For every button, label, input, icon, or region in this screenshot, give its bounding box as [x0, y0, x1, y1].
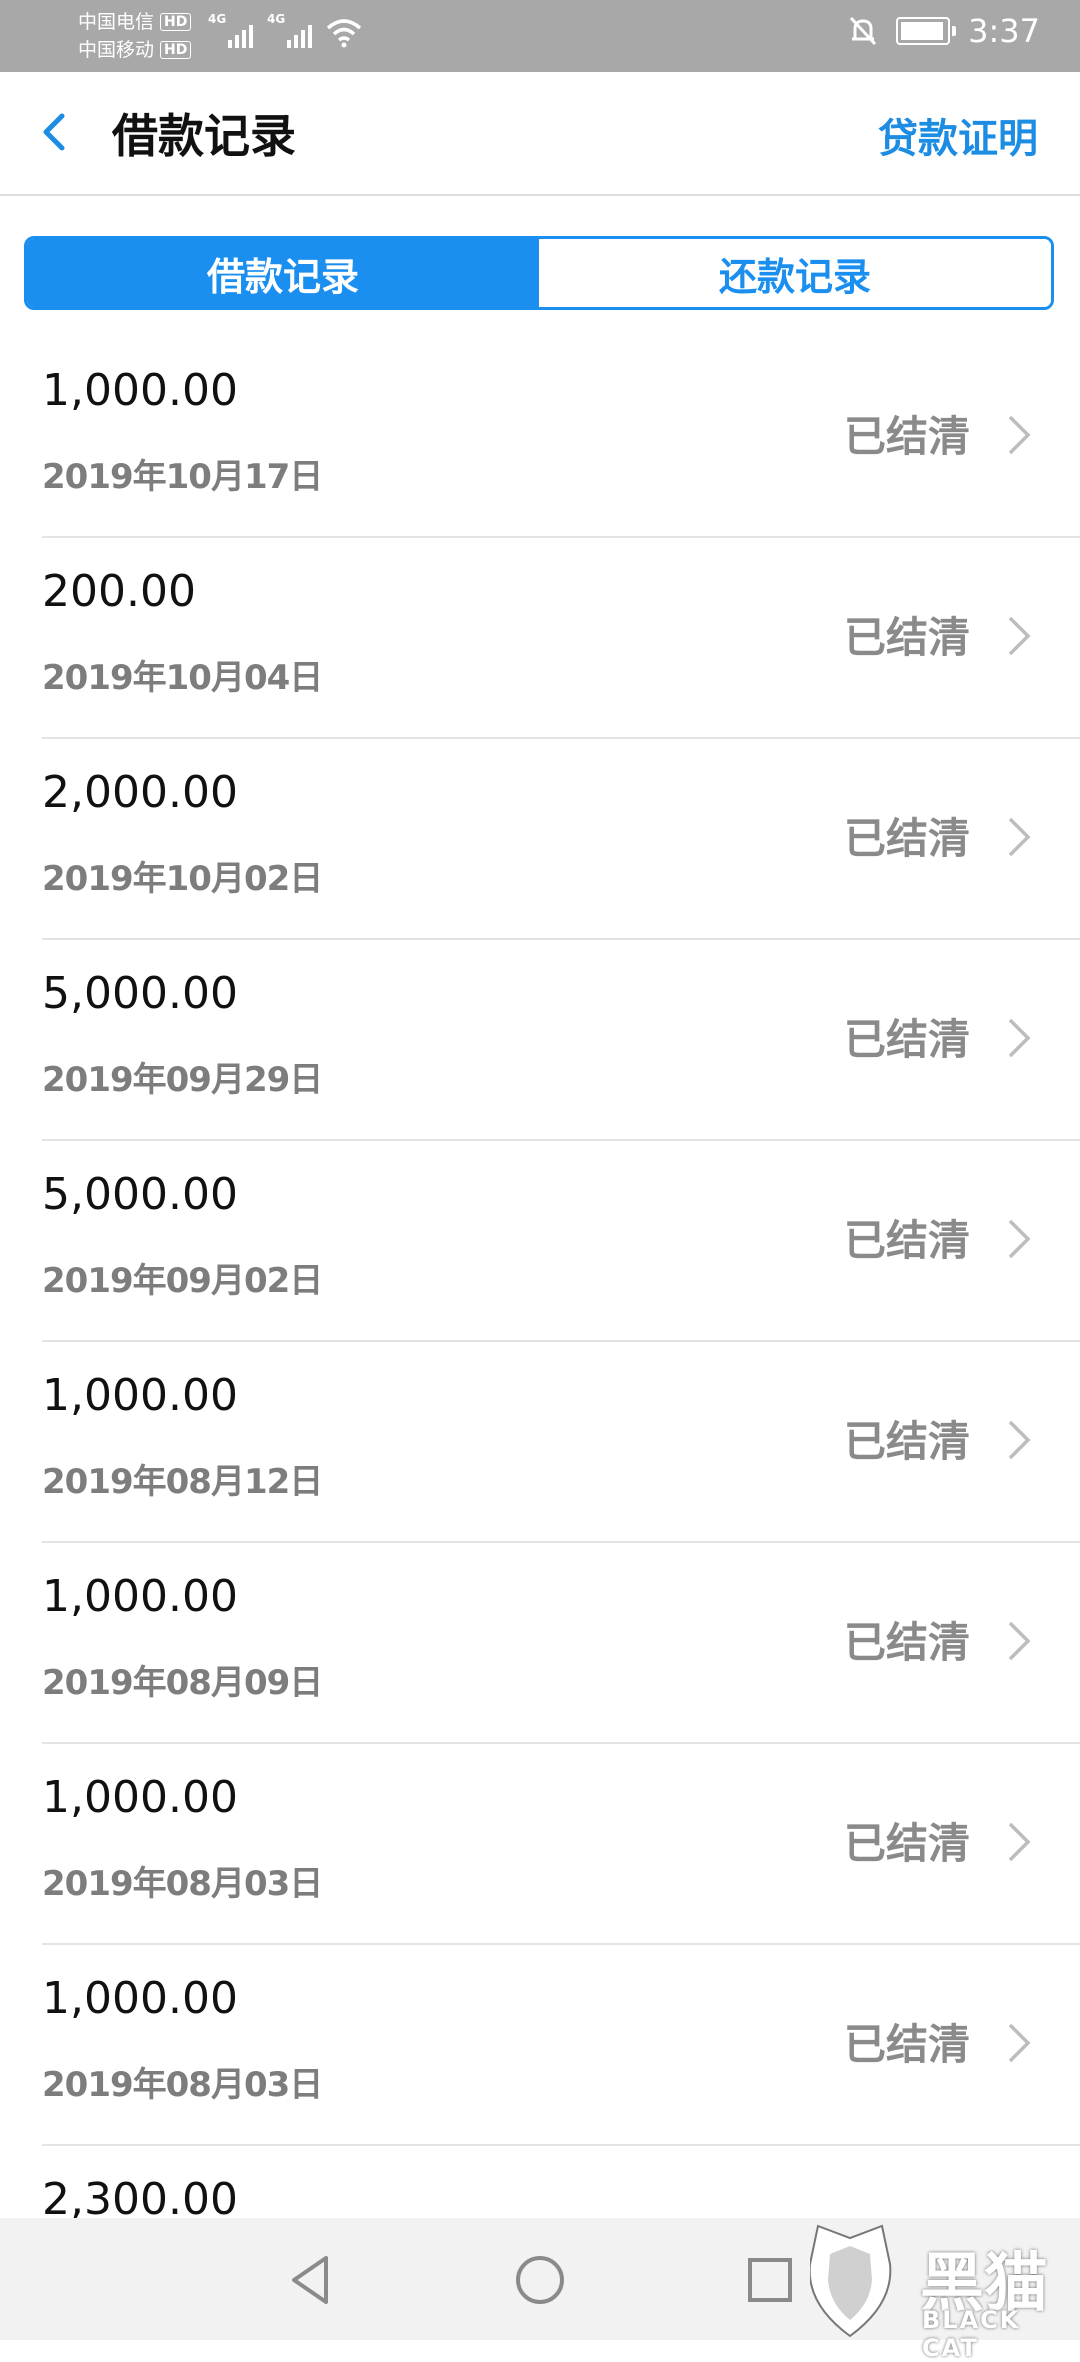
- list-item[interactable]: 1,000.00 2019年08月12日 已结清: [0, 1342, 1080, 1543]
- status-bar: 中国电信 HD 中国移动 HD 4G 4G 3:37: [0, 0, 1080, 72]
- record-date: 2019年10月04日: [42, 658, 323, 698]
- hd-badge: HD: [160, 13, 192, 31]
- record-amount: 1,000.00: [42, 365, 238, 416]
- list-item[interactable]: 5,000.00 2019年09月02日 已结清: [0, 1141, 1080, 1342]
- record-date: 2019年08月12日: [42, 1462, 323, 1502]
- battery-icon: [896, 17, 957, 45]
- list-item[interactable]: 1,000.00 2019年10月17日 已结清: [0, 337, 1080, 538]
- record-amount: 200.00: [42, 566, 196, 617]
- record-status: 已结清: [843, 613, 970, 662]
- record-amount: 1,000.00: [42, 1571, 238, 1622]
- record-date: 2019年09月02日: [42, 1261, 323, 1301]
- back-arrow-icon[interactable]: [36, 112, 76, 152]
- record-status: 已结清: [843, 1015, 970, 1064]
- signal-indicators: 4G 4G: [208, 12, 362, 48]
- chevron-right-icon: [1008, 817, 1031, 857]
- list-item[interactable]: 200.00 2019年10月04日 已结清: [0, 538, 1080, 739]
- record-status: 已结清: [843, 1819, 970, 1868]
- borrow-record-list: 1,000.00 2019年10月17日 已结清 200.00 2019年10月…: [0, 337, 1080, 2347]
- tab-borrow-records[interactable]: 借款记录: [27, 239, 539, 307]
- chevron-right-icon: [1008, 1018, 1031, 1058]
- record-amount: 1,000.00: [42, 1370, 238, 1421]
- record-amount: 5,000.00: [42, 1169, 238, 1220]
- record-date: 2019年10月17日: [42, 457, 323, 497]
- carrier-info: 中国电信 HD 中国移动 HD: [78, 8, 192, 64]
- record-tabs: 借款记录 还款记录: [24, 236, 1054, 310]
- chevron-right-icon: [1008, 2023, 1031, 2063]
- list-item[interactable]: 1,000.00 2019年08月09日 已结清: [0, 1543, 1080, 1744]
- circle-home-icon[interactable]: [510, 2250, 570, 2310]
- list-item[interactable]: 2,000.00 2019年10月02日 已结清: [0, 739, 1080, 940]
- record-amount: 2,000.00: [42, 767, 238, 818]
- square-recents-icon[interactable]: [740, 2250, 800, 2310]
- record-date: 2019年10月02日: [42, 859, 323, 899]
- bell-muted-icon: [850, 16, 877, 46]
- record-amount: 5,000.00: [42, 968, 238, 1019]
- wifi-icon: [326, 19, 362, 48]
- network-type: 4G: [208, 12, 227, 26]
- chevron-right-icon: [1008, 616, 1031, 656]
- list-item[interactable]: 1,000.00 2019年08月03日 已结清: [0, 1744, 1080, 1945]
- record-date: 2019年09月29日: [42, 1060, 323, 1100]
- page-title: 借款记录: [112, 109, 296, 163]
- app-header: 借款记录 贷款证明: [0, 72, 1080, 196]
- record-status: 已结清: [843, 2020, 970, 2069]
- record-status: 已结清: [843, 1417, 970, 1466]
- record-status: 已结清: [843, 412, 970, 461]
- loan-proof-link[interactable]: 贷款证明: [878, 106, 1038, 164]
- record-amount: 1,000.00: [42, 1973, 238, 2024]
- carrier-1: 中国电信: [78, 11, 155, 33]
- chevron-right-icon: [1008, 1219, 1031, 1259]
- tab-repay-records[interactable]: 还款记录: [539, 239, 1051, 307]
- record-status: 已结清: [843, 814, 970, 863]
- hd-badge: HD: [160, 41, 192, 59]
- record-amount: 1,000.00: [42, 1772, 238, 1823]
- record-status: 已结清: [843, 1216, 970, 1265]
- signal-icon: 4G: [267, 12, 312, 48]
- list-item[interactable]: 1,000.00 2019年08月03日 已结清: [0, 1945, 1080, 2146]
- chevron-right-icon: [1008, 1420, 1031, 1460]
- triangle-back-icon[interactable]: [280, 2250, 340, 2310]
- record-date: 2019年08月03日: [42, 1864, 323, 1904]
- record-date: 2019年08月09日: [42, 1663, 323, 1703]
- clock: 3:37: [968, 12, 1040, 50]
- signal-icon: 4G: [208, 12, 253, 48]
- chevron-right-icon: [1008, 1822, 1031, 1862]
- record-date: 2019年08月03日: [42, 2065, 323, 2105]
- network-type: 4G: [267, 12, 286, 26]
- chevron-right-icon: [1008, 415, 1031, 455]
- carrier-2: 中国移动: [78, 39, 155, 61]
- record-status: 已结清: [843, 1618, 970, 1667]
- watermark-subtext: BLACK CAT: [922, 2306, 1021, 2362]
- chevron-right-icon: [1008, 1621, 1031, 1661]
- list-item[interactable]: 5,000.00 2019年09月29日 已结清: [0, 940, 1080, 1141]
